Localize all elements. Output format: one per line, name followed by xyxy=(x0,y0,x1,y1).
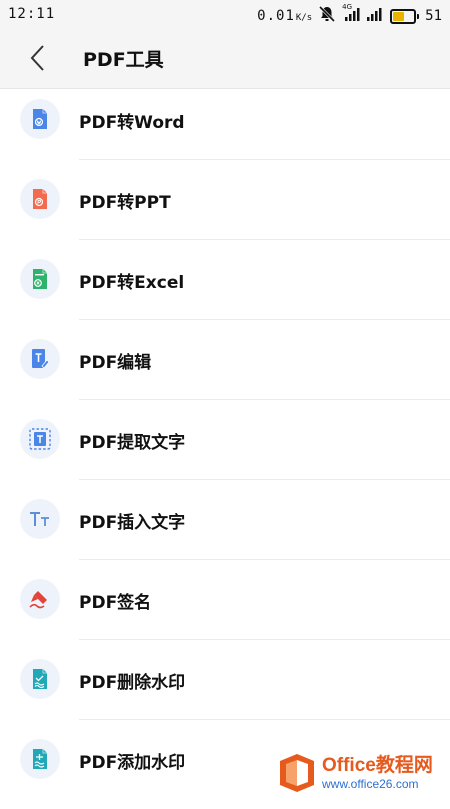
signal-4g-icon: 4G xyxy=(342,3,360,26)
tool-label: PDF编辑 xyxy=(79,353,152,373)
list-divider xyxy=(79,319,450,320)
battery-percent: 51 xyxy=(425,8,442,24)
page-title: PDF工具 xyxy=(83,49,164,71)
network-speed-value: 0.01 xyxy=(257,8,295,24)
list-divider xyxy=(79,639,450,640)
app-header: PDF工具 xyxy=(0,28,450,89)
tool-list: PDF转Word PDF转PPT PDF转Excel PDF编辑 PDF提取文字 PDF插… xyxy=(0,89,450,809)
network-speed-unit: K/s xyxy=(295,13,313,23)
watermark-url: www.office26.com xyxy=(322,777,419,791)
tool-label: PDF转Word xyxy=(79,113,185,133)
back-button[interactable] xyxy=(24,42,54,74)
ppt-document-icon xyxy=(20,179,60,219)
signal-bars-icon xyxy=(366,6,384,26)
add-watermark-icon xyxy=(20,739,60,779)
tool-item-signature-pen[interactable]: PDF签名 xyxy=(0,569,450,649)
network-type-label: 4G xyxy=(342,3,353,11)
office26-watermark-logo: Office教程网 www.office26.com xyxy=(278,750,442,796)
tool-label: PDF插入文字 xyxy=(79,513,186,533)
tool-item-ppt-document[interactable]: PDF转PPT xyxy=(0,169,450,249)
tool-item-edit-document[interactable]: PDF编辑 xyxy=(0,329,450,409)
remove-watermark-icon xyxy=(20,659,60,699)
tool-label: PDF删除水印 xyxy=(79,673,186,693)
tool-label: PDF转Excel xyxy=(79,273,185,293)
list-divider xyxy=(79,719,450,720)
list-divider xyxy=(79,159,450,160)
status-bar: 12:11 0.01K/s 4G 51 xyxy=(0,0,450,28)
list-divider xyxy=(79,399,450,400)
status-right-group: 0.01K/s 4G 51 xyxy=(257,3,442,27)
battery-fill xyxy=(393,11,405,21)
status-time: 12:11 xyxy=(8,6,56,22)
word-document-icon xyxy=(20,99,60,139)
tool-label: PDF转PPT xyxy=(79,193,171,213)
extract-text-icon xyxy=(20,419,60,459)
tool-item-insert-text[interactable]: PDF插入文字 xyxy=(0,489,450,569)
tool-label: PDF添加水印 xyxy=(79,753,186,773)
list-divider xyxy=(79,559,450,560)
insert-text-icon xyxy=(20,499,60,539)
chevron-left-icon xyxy=(30,45,44,71)
tool-item-excel-document[interactable]: PDF转Excel xyxy=(0,249,450,329)
list-divider xyxy=(79,239,450,240)
excel-document-icon xyxy=(20,259,60,299)
signature-pen-icon xyxy=(20,579,60,619)
tool-label: PDF提取文字 xyxy=(79,433,186,453)
network-speed: 0.01K/s xyxy=(257,8,312,24)
edit-document-icon xyxy=(20,339,60,379)
office-logo-icon xyxy=(280,754,314,792)
tool-item-word-document[interactable]: PDF转Word xyxy=(0,89,450,169)
bell-muted-icon xyxy=(318,5,336,27)
tool-item-extract-text[interactable]: PDF提取文字 xyxy=(0,409,450,489)
watermark-brand: Office教程网 xyxy=(322,755,433,776)
tool-label: PDF签名 xyxy=(79,593,152,613)
list-divider xyxy=(79,479,450,480)
tool-item-remove-watermark[interactable]: PDF删除水印 xyxy=(0,649,450,729)
battery-icon xyxy=(390,8,420,24)
